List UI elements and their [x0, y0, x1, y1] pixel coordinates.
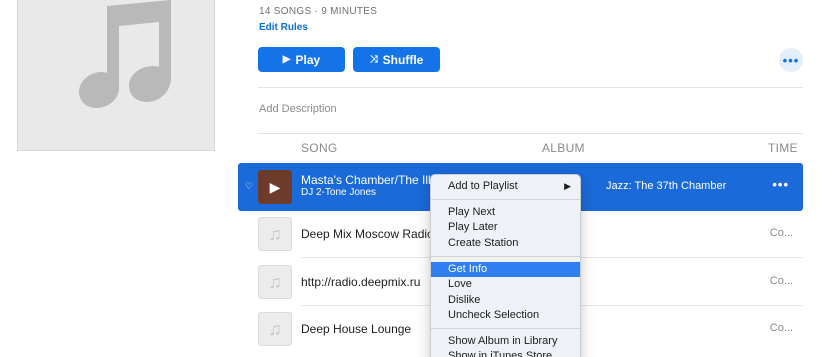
menu-item-create-station[interactable]: Create Station	[431, 236, 580, 251]
playlist-artwork	[17, 0, 215, 151]
music-note-icon: ♫	[258, 265, 292, 299]
play-icon[interactable]: ▶	[270, 179, 281, 196]
music-note-icon: ♫	[258, 312, 292, 346]
song-title: Deep House Lounge	[301, 322, 412, 336]
divider	[258, 87, 803, 88]
menu-item-get-info[interactable]: Get Info	[431, 262, 580, 277]
play-icon: ▶	[282, 54, 291, 65]
song-title: Deep Mix Moscow Radio	[301, 227, 434, 241]
edit-rules-link[interactable]: Edit Rules	[259, 22, 308, 33]
shuffle-button-label: Shuffle	[382, 52, 424, 67]
song-title: http://radio.deepmix.ru	[301, 275, 421, 289]
heart-icon[interactable]: ♡	[245, 181, 253, 192]
menu-separator	[431, 328, 580, 329]
column-header-time[interactable]: TIME	[768, 141, 798, 155]
column-header-album[interactable]: ALBUM	[542, 141, 585, 155]
ellipsis-icon: •••	[782, 52, 800, 68]
play-button[interactable]: ▶ Play	[258, 47, 345, 72]
context-menu: Add to Playlist ▶ Play Next Play Later C…	[430, 174, 581, 357]
menu-item-show-in-itunes-store[interactable]: Show in iTunes Store	[431, 349, 580, 357]
menu-item-play-later[interactable]: Play Later	[431, 220, 580, 235]
column-header-song[interactable]: SONG	[301, 141, 338, 155]
divider	[258, 133, 803, 134]
shuffle-button[interactable]: ⤨ Shuffle	[353, 47, 440, 72]
song-artist: DJ 2-Tone Jones	[301, 187, 377, 198]
song-album: Jazz: The 37th Chamber	[606, 180, 727, 192]
music-note-icon: ♫	[258, 217, 292, 251]
song-time: Co...	[769, 275, 793, 287]
menu-item-label: Add to Playlist	[448, 180, 518, 192]
menu-separator	[431, 199, 580, 200]
menu-item-love[interactable]: Love	[431, 277, 580, 292]
shuffle-icon: ⤨	[369, 54, 378, 65]
menu-item-add-to-playlist[interactable]: Add to Playlist ▶	[431, 179, 580, 194]
ellipsis-icon[interactable]: •••	[772, 177, 789, 192]
menu-item-dislike[interactable]: Dislike	[431, 293, 580, 308]
menu-item-play-next[interactable]: Play Next	[431, 205, 580, 220]
more-options-button[interactable]: •••	[779, 48, 803, 72]
song-artwork[interactable]: ▶	[258, 170, 292, 204]
play-button-label: Play	[295, 52, 321, 67]
menu-item-uncheck-selection[interactable]: Uncheck Selection	[431, 308, 580, 323]
song-time: Co...	[769, 227, 793, 239]
music-note-icon	[79, 0, 171, 108]
menu-item-show-album-in-library[interactable]: Show Album in Library	[431, 334, 580, 349]
add-description-field[interactable]: Add Description	[259, 103, 337, 115]
playlist-meta: 14 SONGS · 9 MINUTES	[259, 6, 378, 17]
song-time: Co...	[769, 322, 793, 334]
chevron-right-icon: ▶	[564, 181, 571, 191]
menu-separator	[431, 256, 580, 257]
